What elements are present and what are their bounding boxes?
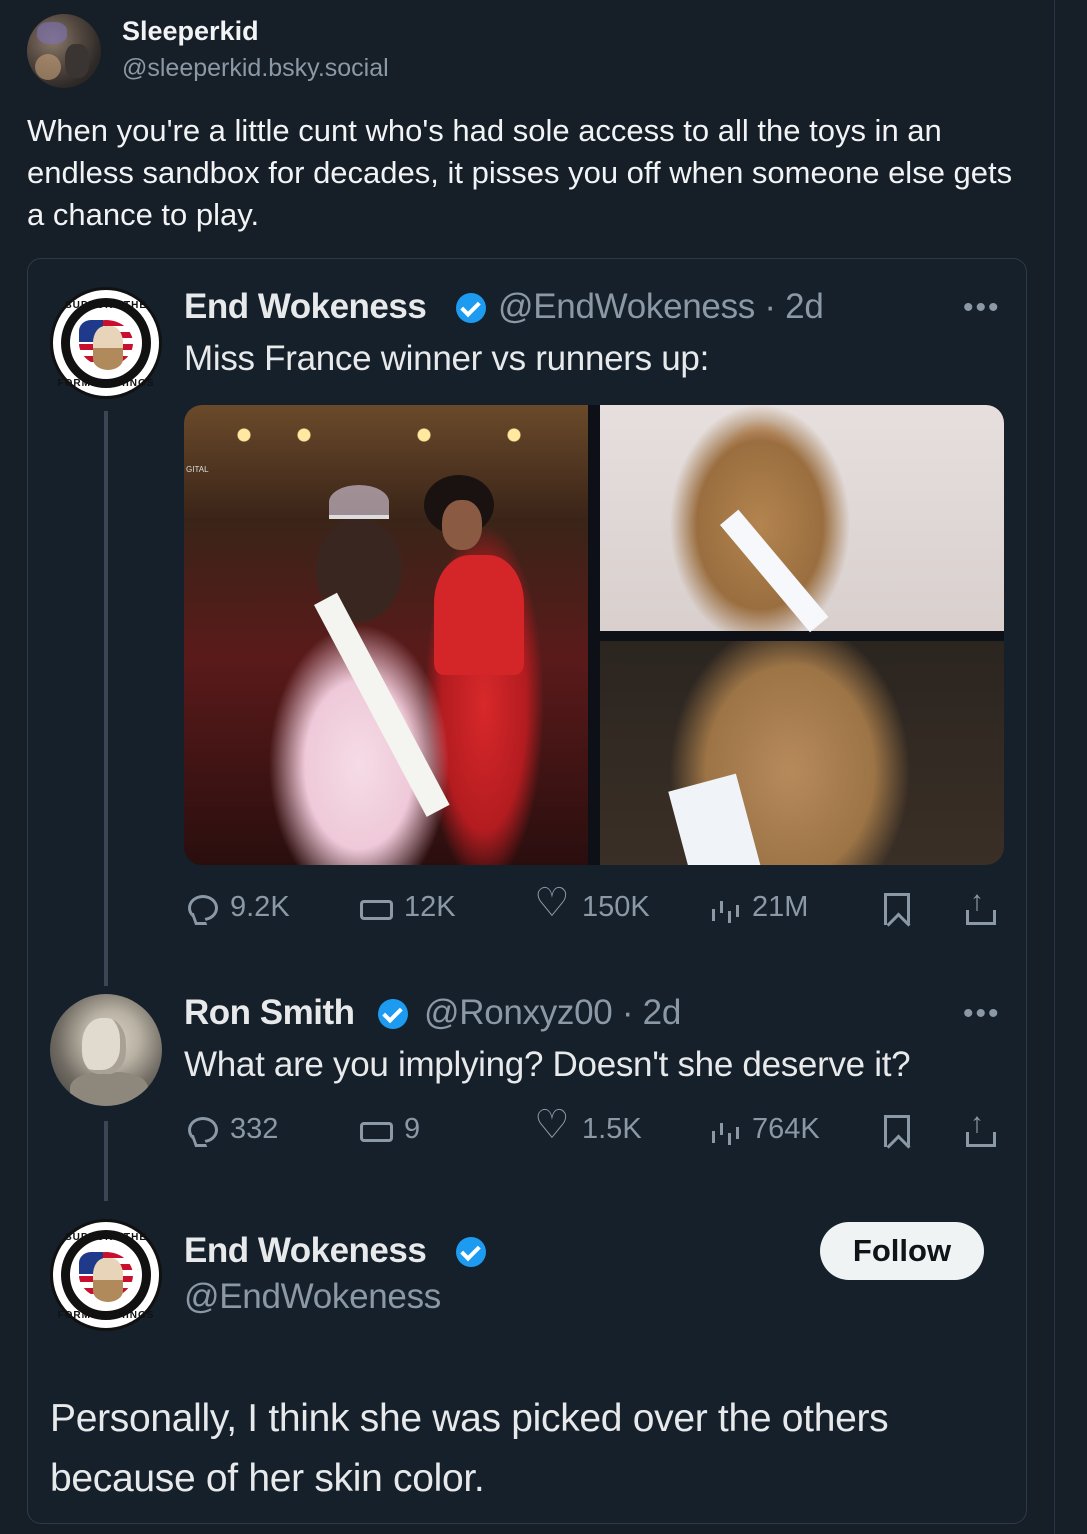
tweet1-views: 21M [710,891,808,924]
tweet2-views: 764K [710,1113,820,1146]
author-name[interactable]: Sleeperkid [122,16,259,47]
verified-badge-icon [378,999,408,1029]
like-count: 150K [582,891,650,923]
like-icon [534,883,570,923]
tweet3-author-name: End Wokeness [184,1231,427,1270]
tweet1-text: Miss France winner vs runners up: [184,339,710,378]
tweet2-like: 1.5K [534,1105,642,1146]
verified-badge-icon [456,1237,486,1267]
bookmark-icon [884,893,910,925]
tweet1-handle-time: @EndWokeness · 2d [498,287,824,326]
bookmark-icon [884,1115,910,1147]
tweet1-author-name: End Wokeness [184,287,427,326]
tweet1-repost: 12K [358,891,456,924]
embedded-screenshot[interactable]: SUPPORT THE FORMER THINGS End Wokeness @… [27,258,1027,1524]
repost-count: 12K [404,891,456,923]
tweet2-text: What are you implying? Doesn't she deser… [184,1045,911,1084]
views-icon [710,895,740,921]
avatar-bottom-text: FORMER THINGS [57,1310,155,1321]
tweet2-more-icon: ••• [963,997,1001,1030]
tweet2-repost: 9 [358,1113,420,1146]
views-count: 21M [752,891,809,923]
avatar-top-text: SUPPORT THE [64,300,148,311]
end-wokeness-avatar: SUPPORT THE FORMER THINGS [50,287,162,399]
repost-icon [358,1118,393,1142]
author-handle[interactable]: @sleeperkid.bsky.social [122,54,389,83]
tweet3-handle: @EndWokeness [184,1277,441,1316]
follow-button: Follow [820,1222,984,1280]
avatar-top-text: SUPPORT THE [64,1232,148,1243]
tweet1-like: 150K [534,883,650,924]
thread-line [104,411,108,986]
tweet1-reply: 9.2K [188,891,290,924]
reply-icon [188,1116,218,1143]
reply-count: 9.2K [230,891,290,923]
avatar-bottom-text: FORMER THINGS [57,378,155,389]
repost-icon [358,896,393,920]
author-avatar[interactable] [27,14,101,88]
share-icon [966,885,996,925]
winner-photo: GITAL [184,405,588,865]
tweet2-author-name: Ron Smith [184,993,355,1032]
repost-count: 9 [404,1113,421,1145]
thread-line-2 [104,1121,108,1201]
post-text: When you're a little cunt who's had sole… [27,113,1013,232]
verified-badge-icon [456,293,486,323]
ron-smith-avatar [50,994,162,1106]
winner-photo-label: GITAL [186,465,209,474]
tweet3-text: Personally, I think she was picked over … [50,1397,889,1500]
views-count: 764K [752,1113,820,1145]
end-wokeness-avatar-2: SUPPORT THE FORMER THINGS [50,1219,162,1331]
like-icon [534,1105,570,1145]
reply-count: 332 [230,1113,279,1145]
runner-up-photo-2 [600,641,1004,865]
reply-icon [188,894,218,921]
tweet2-handle-time: @Ronxyz00 · 2d [424,993,682,1032]
like-count: 1.5K [582,1113,642,1145]
tweet1-media-grid: GITAL [184,405,1004,865]
runner-up-photo-1 [600,405,1004,633]
tweet1-action-bar: 9.2K 12K 150K 21M [184,883,1014,931]
page-divider [1054,0,1055,1534]
views-icon [710,1117,740,1143]
tweet2-reply: 332 [188,1113,278,1146]
tweet2-action-bar: 332 9 1.5K 764K [184,1105,1014,1153]
share-icon [966,1107,996,1147]
tweet1-more-icon: ••• [963,291,1001,324]
